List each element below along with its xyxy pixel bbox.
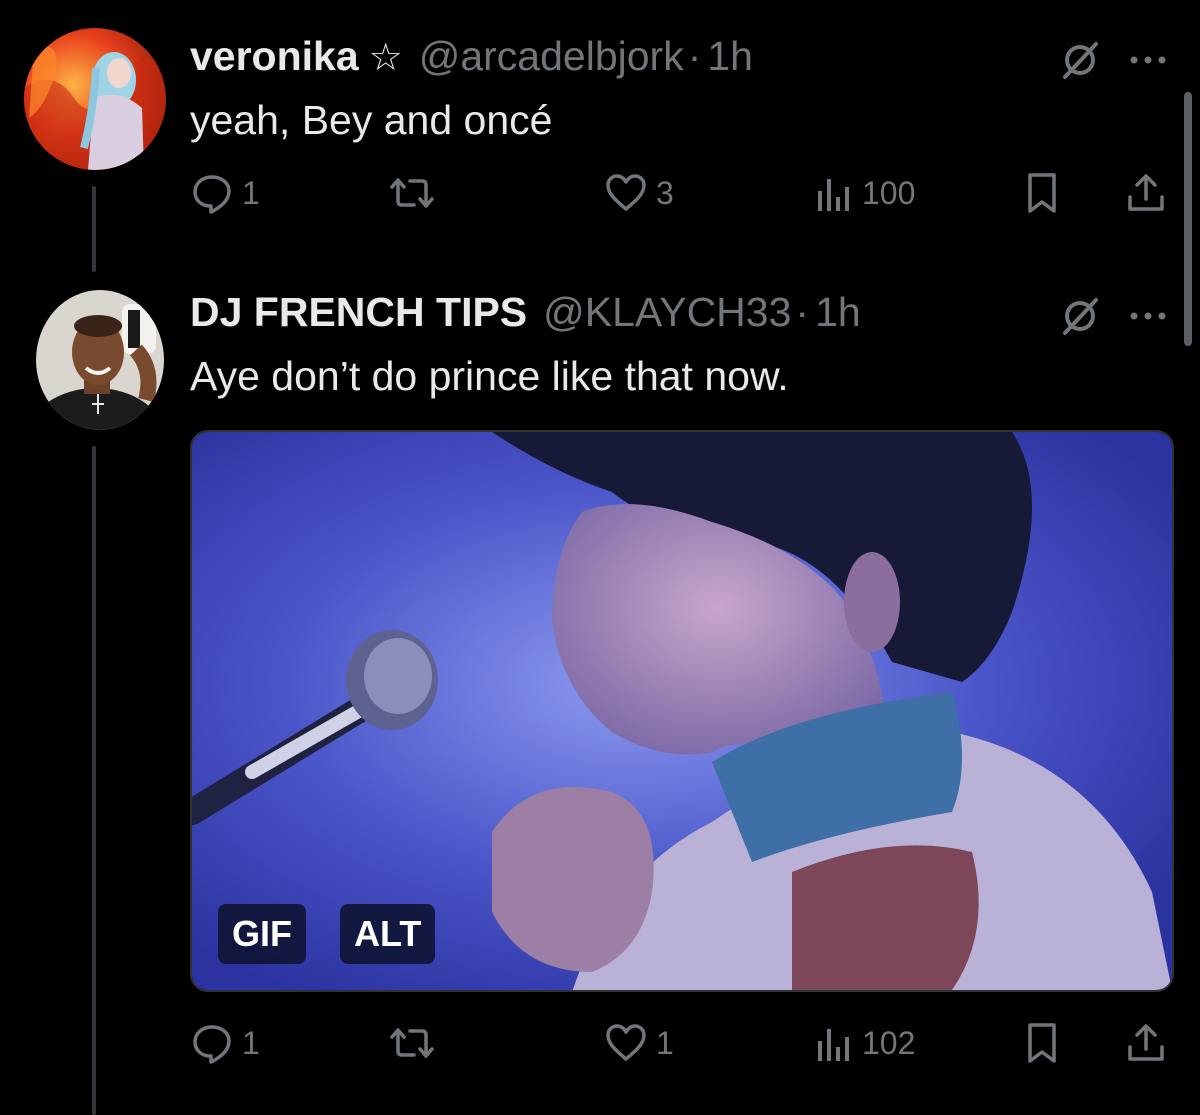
reply-button[interactable]: 1 bbox=[190, 168, 260, 218]
tweet-header: DJ FRENCH TIPS @KLAYCH33 · 1h bbox=[190, 288, 861, 336]
timestamp[interactable]: 1h bbox=[815, 288, 861, 336]
reply-count: 1 bbox=[242, 174, 260, 211]
separator: · bbox=[687, 33, 702, 79]
views-count: 100 bbox=[862, 174, 916, 211]
avatar[interactable] bbox=[36, 290, 164, 430]
like-count: 3 bbox=[656, 174, 674, 211]
action-bar: 1 1 102 bbox=[190, 1018, 1170, 1068]
grok-icon[interactable] bbox=[1056, 36, 1104, 84]
handle[interactable]: @arcadelbjork bbox=[419, 32, 684, 80]
tweet-header: veronika ☆ @arcadelbjork · 1h bbox=[190, 32, 753, 82]
timestamp[interactable]: 1h bbox=[707, 32, 753, 80]
handle[interactable]: @KLAYCH33 bbox=[543, 288, 791, 336]
alt-badge[interactable]: ALT bbox=[340, 904, 436, 964]
like-button[interactable]: 3 bbox=[604, 168, 674, 218]
thread-line-top bbox=[92, 186, 96, 272]
reply-button[interactable]: 1 bbox=[190, 1018, 260, 1068]
reply-count: 1 bbox=[242, 1024, 260, 1061]
share-icon bbox=[1124, 171, 1168, 215]
tweet-text: Aye don’t do prince like that now. bbox=[190, 353, 789, 399]
retweet-icon bbox=[386, 1021, 438, 1065]
display-name[interactable]: veronika bbox=[190, 32, 359, 80]
display-name[interactable]: DJ FRENCH TIPS bbox=[190, 288, 527, 336]
views-icon bbox=[814, 1021, 854, 1065]
grok-icon[interactable] bbox=[1056, 292, 1104, 340]
bookmark-icon bbox=[1022, 1021, 1062, 1065]
retweet-button[interactable] bbox=[386, 168, 446, 218]
share-icon bbox=[1124, 1021, 1168, 1065]
share-button[interactable] bbox=[1124, 168, 1168, 218]
gif-media[interactable] bbox=[190, 430, 1174, 992]
reply-icon bbox=[190, 1021, 234, 1065]
scrollbar[interactable] bbox=[1184, 92, 1192, 346]
share-button[interactable] bbox=[1124, 1018, 1168, 1068]
separator: · bbox=[795, 289, 810, 335]
views-count: 102 bbox=[862, 1024, 916, 1061]
like-icon bbox=[604, 1021, 648, 1065]
views-button[interactable]: 100 bbox=[814, 168, 915, 218]
avatar[interactable] bbox=[24, 28, 166, 170]
more-icon[interactable] bbox=[1126, 296, 1170, 336]
thread-line-bottom bbox=[92, 446, 96, 1115]
like-icon bbox=[604, 171, 648, 215]
views-button[interactable]: 102 bbox=[814, 1018, 915, 1068]
bookmark-icon bbox=[1022, 171, 1062, 215]
more-icon[interactable] bbox=[1126, 40, 1170, 80]
reply-icon bbox=[190, 171, 234, 215]
like-button[interactable]: 1 bbox=[604, 1018, 674, 1068]
bookmark-button[interactable] bbox=[1022, 1018, 1062, 1068]
star-outline-icon: ☆ bbox=[368, 37, 403, 79]
views-icon bbox=[814, 171, 854, 215]
bookmark-button[interactable] bbox=[1022, 168, 1062, 218]
gif-badge: GIF bbox=[218, 904, 306, 964]
tweet-text: yeah, Bey and oncé bbox=[190, 97, 553, 143]
retweet-button[interactable] bbox=[386, 1018, 446, 1068]
like-count: 1 bbox=[656, 1024, 674, 1061]
action-bar: 1 3 100 bbox=[190, 168, 1170, 218]
retweet-icon bbox=[386, 171, 438, 215]
